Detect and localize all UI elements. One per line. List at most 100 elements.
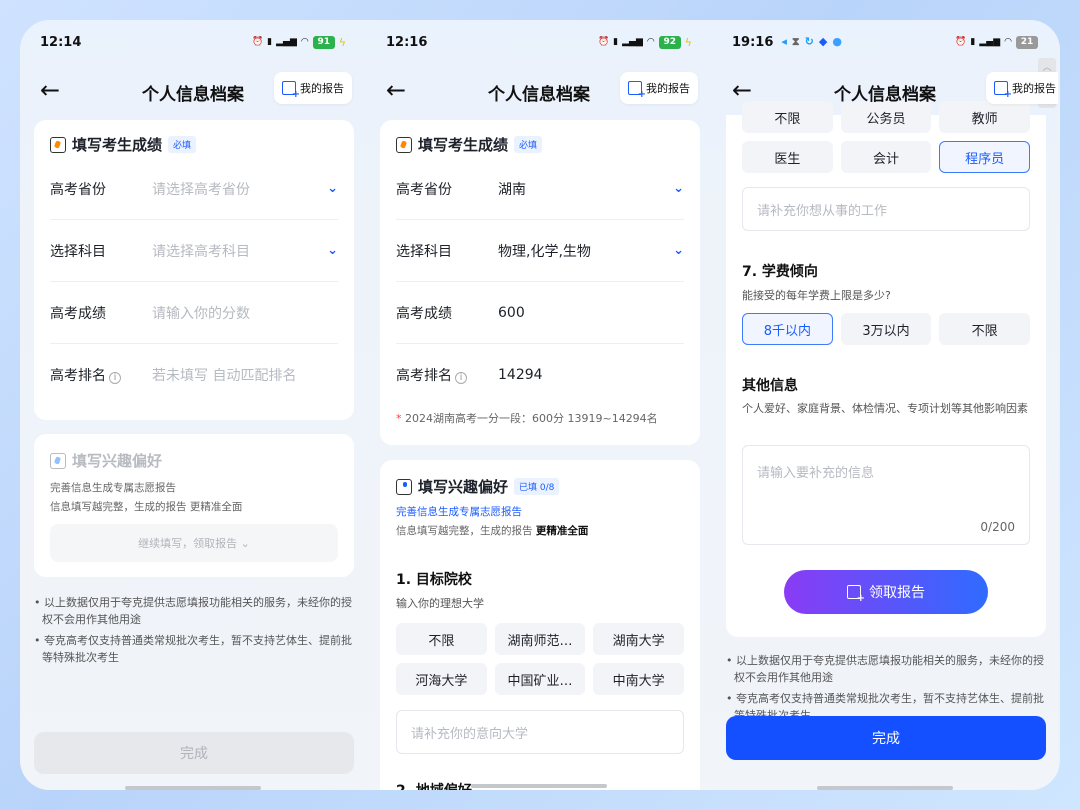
school-options: 不限 湖南师范… 湖南大学 河海大学 中国矿业… 中南大学	[396, 623, 684, 695]
rank-input[interactable]: 若未填写 自动匹配排名	[152, 365, 338, 385]
hourglass-icon: ⧗	[791, 35, 800, 48]
rank-row[interactable]: 高考排名 i 若未填写 自动匹配排名	[50, 344, 338, 406]
chevron-down-icon[interactable]: ⌄	[327, 243, 338, 258]
subjects-row[interactable]: 选择科目 请选择高考科目 ⌄	[50, 220, 338, 282]
interest-line-2a: 信息填写越完整，生成的报告	[396, 525, 536, 537]
province-select[interactable]: 请选择高考省份	[152, 179, 327, 199]
subjects-select[interactable]: 请选择高考科目	[152, 241, 327, 261]
my-report-button[interactable]: 我的报告	[986, 72, 1058, 104]
q7-sub: 能接受的每年学费上限是多少?	[742, 289, 891, 302]
form-edit-icon	[50, 136, 66, 153]
q7-title: 7. 学费倾向	[742, 264, 818, 280]
interest-card-title: 填写兴趣偏好	[418, 478, 509, 496]
form-edit-icon	[396, 136, 412, 153]
province-row[interactable]: 高考省份 湖南 ⌄	[396, 158, 684, 220]
status-time: 19:16	[732, 34, 774, 50]
q2-title: 2. 地域偏好	[396, 780, 472, 790]
school-option[interactable]: 不限	[396, 623, 487, 655]
phone-panel-1: 12:14 ⏰ ▮ ▂▄▆ ◠ 91 ϟ ← 个人信息档案 我的报告 填写考生成…	[20, 20, 366, 790]
chevron-down-icon[interactable]: ⌄	[327, 181, 338, 196]
phone-panel-2: 12:16 ⏰ ▮ ▂▄▆ ◠ 92 ϟ ← 个人信息档案 我的报告 填写考生成…	[366, 20, 712, 790]
score-label: 高考成绩	[50, 305, 106, 322]
alarm-icon: ⏰	[251, 37, 264, 47]
app-icon: ◆	[818, 35, 828, 48]
form-icon	[396, 478, 412, 495]
charging-icon: ϟ	[338, 35, 346, 49]
other-sub: 个人爱好、家庭背景、体检情况、专项计划等其他影响因素	[742, 402, 1028, 415]
get-report-label: 领取报告	[869, 585, 925, 601]
fee-options: 8千以内 3万以内 不限	[742, 313, 1030, 345]
done-button[interactable]: 完成	[726, 716, 1046, 760]
char-count: 0/200	[980, 520, 1015, 534]
my-report-button[interactable]: 我的报告	[620, 72, 698, 104]
continue-fill-button[interactable]: 继续填写，领取报告 ⌄	[50, 524, 338, 562]
bottom-bar: 完成	[20, 728, 366, 790]
status-bar: 19:16 ◂ ⧗ ↻ ◆ ● ⏰ ▮ ▂▄▆ ◠ 21	[712, 20, 1058, 64]
school-option[interactable]: 中南大学	[593, 663, 684, 695]
chevron-down-icon[interactable]: ⌄	[673, 181, 684, 196]
subjects-row[interactable]: 选择科目 物理,化学,生物 ⌄	[396, 220, 684, 282]
subjects-label: 选择科目	[50, 243, 106, 260]
province-row[interactable]: 高考省份 请选择高考省份 ⌄	[50, 158, 338, 220]
job-option[interactable]: 会计	[840, 141, 932, 173]
my-report-label: 我的报告	[1012, 82, 1056, 95]
my-report-label: 我的报告	[646, 82, 690, 95]
battery-icon: 21	[1016, 35, 1038, 49]
my-report-button[interactable]: 我的报告	[274, 72, 352, 104]
score-input[interactable]: 请输入你的分数	[152, 303, 338, 323]
navbar: ← 个人信息档案 我的报告	[366, 72, 712, 112]
rank-label: 高考排名 i	[50, 365, 152, 385]
bottom-bar: 完成	[712, 716, 1058, 790]
job-option-selected[interactable]: 程序员	[939, 141, 1030, 173]
status-left: 19:16 ◂ ⧗ ↻ ◆ ●	[732, 35, 842, 50]
other-input-placeholder: 请输入要补充的信息	[757, 466, 875, 481]
info-icon[interactable]: i	[455, 371, 467, 384]
school-option[interactable]: 中国矿业…	[494, 663, 586, 695]
chevron-down-icon[interactable]: ⌄	[673, 243, 684, 258]
disclaimer-line: • 夸克高考仅支持普通类常规批次考生，暂不支持艺体生、提前批等特殊批次考生	[34, 634, 352, 664]
rank-label: 高考排名 i	[396, 365, 498, 385]
job-option[interactable]: 医生	[742, 141, 833, 173]
report-icon	[847, 585, 865, 604]
interest-line-2: 信息填写越完整，生成的报告 更精准全面	[50, 501, 243, 513]
navbar: ← 个人信息档案 我的报告	[712, 72, 1058, 112]
done-button[interactable]: 完成	[34, 732, 354, 774]
school-option[interactable]: 湖南师范…	[494, 623, 586, 655]
score-label: 高考成绩	[396, 305, 452, 322]
rank-row[interactable]: 高考排名 i 14294	[396, 344, 684, 406]
battery-icon: 92	[658, 35, 681, 49]
other-input[interactable]: 请输入要补充的信息 0/200	[742, 445, 1030, 545]
wifi-icon: ◠	[1004, 37, 1012, 47]
score-row[interactable]: 高考成绩 请输入你的分数	[50, 282, 338, 344]
wifi-icon: ◠	[646, 37, 655, 47]
status-bar: 12:16 ⏰ ▮ ▂▄▆ ◠ 92 ϟ	[366, 20, 712, 64]
phone-panel-3: 19:16 ◂ ⧗ ↻ ◆ ● ⏰ ▮ ▂▄▆ ◠ 21 ← 个人信息档案 + …	[712, 20, 1058, 790]
subjects-select[interactable]: 物理,化学,生物	[498, 241, 673, 261]
subjects-label: 选择科目	[396, 243, 452, 260]
fee-option[interactable]: 3万以内	[840, 313, 932, 345]
info-icon[interactable]: i	[109, 371, 121, 384]
home-indicator	[817, 786, 953, 790]
job-input[interactable]: 请补充你想从事的工作	[742, 187, 1030, 231]
school-option[interactable]: 河海大学	[396, 663, 487, 695]
get-report-button[interactable]: 领取报告	[784, 570, 988, 614]
status-icons: ⏰ ▮ ▂▄▆ ◠ 21	[955, 35, 1038, 49]
required-tag: 必填	[514, 136, 543, 153]
sync-icon: ↻	[804, 35, 814, 48]
vibrate-icon: ▮	[267, 37, 273, 47]
interest-card-header: 填写兴趣偏好 已填 0/8	[396, 476, 560, 497]
fee-option-selected[interactable]: 8千以内	[742, 313, 833, 345]
battery-icon: 91	[312, 35, 335, 49]
vibrate-icon: ▮	[970, 37, 976, 47]
disclaimer: • 以上数据仅用于夸克提供志愿填报功能相关的服务，未经你的授权不会用作其他用途 …	[34, 594, 352, 670]
fee-option[interactable]: 不限	[939, 313, 1030, 345]
province-label: 高考省份	[396, 181, 452, 198]
score-input[interactable]: 600	[498, 305, 684, 321]
score-row[interactable]: 高考成绩 600	[396, 282, 684, 344]
province-select[interactable]: 湖南	[498, 179, 673, 199]
rank-input[interactable]: 14294	[498, 367, 684, 383]
school-option[interactable]: 湖南大学	[593, 623, 684, 655]
status-time: 12:16	[386, 34, 428, 50]
interest-card-title: 填写兴趣偏好	[72, 452, 163, 470]
school-input[interactable]: 请补充你的意向大学	[396, 710, 684, 754]
